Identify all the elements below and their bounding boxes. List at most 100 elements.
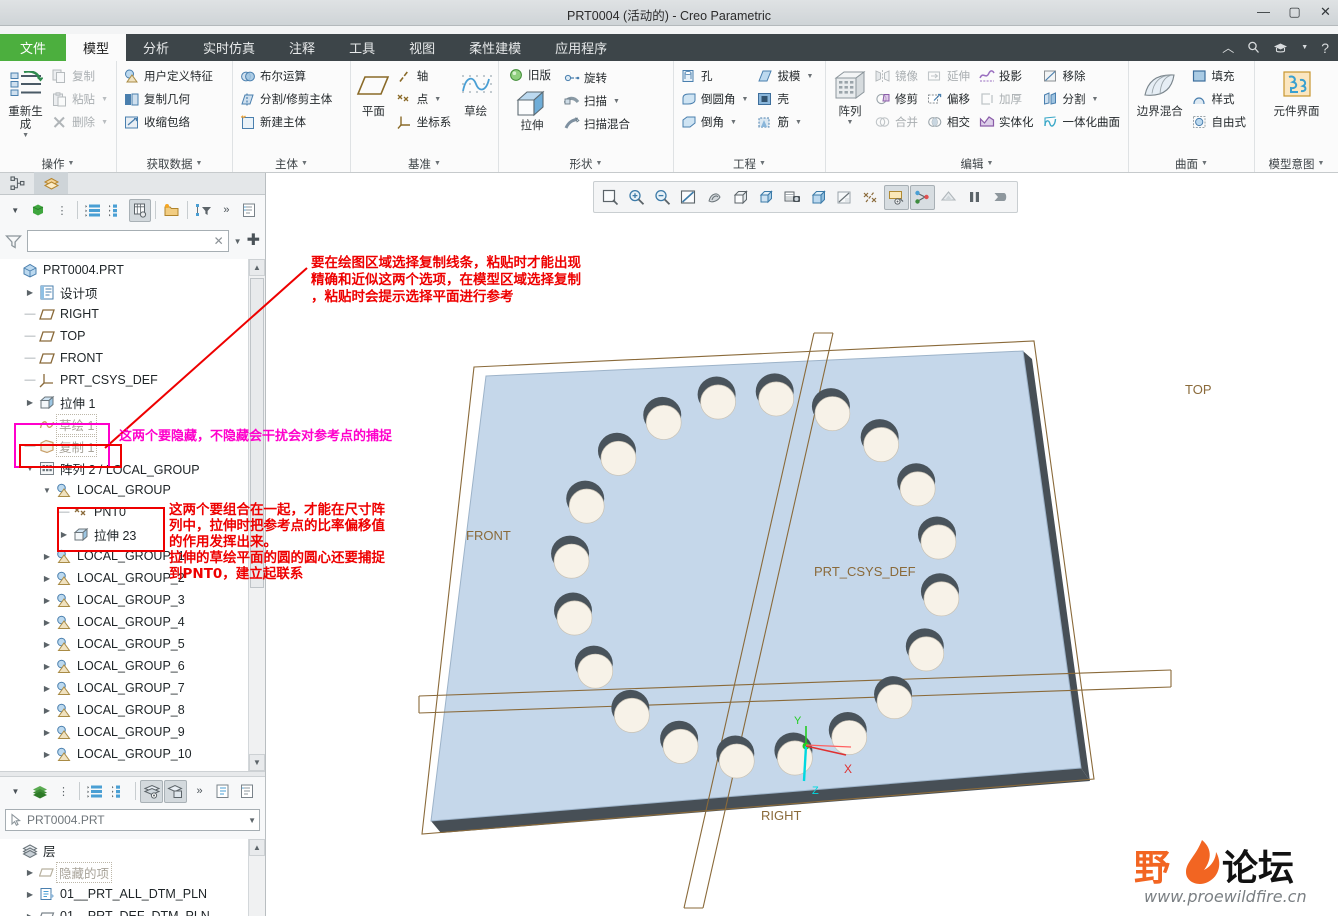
offset-button[interactable]: 偏移 <box>924 88 974 110</box>
revolve-button[interactable]: 旋转 <box>561 67 634 89</box>
split-surface-button[interactable]: 分割 ▼ <box>1040 88 1125 110</box>
tree-list-icon[interactable] <box>82 199 104 222</box>
tree-row[interactable]: ▶ LOCAL_GROUP_5 <box>0 633 248 655</box>
draft-dropdown-icon[interactable]: ▼ <box>806 73 813 80</box>
legacy-button[interactable]: 旧版 <box>505 64 561 86</box>
fill-button[interactable]: 填充 <box>1189 65 1251 87</box>
datum-display-icon[interactable] <box>858 185 883 210</box>
tree-row[interactable]: ▶ 拉伸 1 <box>0 391 248 413</box>
hole-button[interactable]: 孔 <box>678 65 752 87</box>
layer-settings-dropdown[interactable]: ▼ <box>4 780 27 803</box>
layer-selector-dropdown-icon[interactable]: ▼ <box>248 816 256 825</box>
zoom-out-icon[interactable] <box>650 185 675 210</box>
filter-dropdown-icon[interactable]: ▼ <box>234 237 242 246</box>
add-filter-icon[interactable]: ✚ <box>247 233 260 249</box>
trim-button[interactable]: 修剪 <box>872 88 922 110</box>
tree-filter-icon[interactable] <box>192 199 214 222</box>
boolean-operation-button[interactable]: 布尔运算 <box>237 65 336 87</box>
style-button[interactable]: 样式 <box>1189 88 1251 110</box>
tree-row[interactable]: — TOP <box>0 325 248 347</box>
close-button[interactable]: ✕ <box>1317 3 1334 21</box>
datum-csys-button[interactable]: 坐标系 <box>394 111 456 133</box>
get-data-group-dropdown-icon[interactable]: ▼ <box>196 160 203 167</box>
tree-row[interactable]: ▶ 设计项 <box>0 281 248 303</box>
layer-stack-icon[interactable] <box>28 780 51 803</box>
display-style-icon[interactable] <box>806 185 831 210</box>
shrinkwrap-button[interactable]: 收缩包络 <box>121 111 217 133</box>
tab-applications[interactable]: 应用程序 <box>538 34 624 61</box>
round-button[interactable]: 倒圆角 ▼ <box>678 88 752 110</box>
help-icon[interactable]: ? <box>1321 40 1329 56</box>
tree-search-input[interactable] <box>32 234 214 248</box>
tab-annotate[interactable]: 注释 <box>272 34 332 61</box>
split-surface-dropdown-icon[interactable]: ▼ <box>1092 96 1099 103</box>
tree-expander-icon[interactable]: ▶ <box>40 552 54 561</box>
tab-flexible-modeling[interactable]: 柔性建模 <box>452 34 538 61</box>
thicken-button[interactable]: 加厚 <box>976 88 1038 110</box>
tree-expander-icon[interactable]: ▶ <box>23 288 37 297</box>
stop-icon[interactable] <box>988 185 1013 210</box>
extend-button[interactable]: 延伸 <box>924 65 974 87</box>
tree-columns-dots-icon[interactable]: ⋮ <box>51 199 73 222</box>
datum-group-dropdown-icon[interactable]: ▼ <box>434 160 441 167</box>
folder-browser-icon[interactable] <box>160 199 182 222</box>
point-display-icon[interactable] <box>910 184 935 210</box>
tree-expander-icon[interactable]: ▶ <box>40 596 54 605</box>
rib-dropdown-icon[interactable]: ▼ <box>795 119 802 126</box>
tree-row[interactable]: ▼ LOCAL_GROUP <box>0 479 248 501</box>
zoom-fit-icon[interactable] <box>598 185 623 210</box>
delete-dropdown-icon[interactable]: ▼ <box>101 119 108 126</box>
tree-row[interactable]: PRT0004.PRT <box>0 259 248 281</box>
round-dropdown-icon[interactable]: ▼ <box>742 96 749 103</box>
tab-tools[interactable]: 工具 <box>332 34 392 61</box>
project-button[interactable]: 投影 <box>976 65 1038 87</box>
tree-expander-icon[interactable]: ▶ <box>40 618 54 627</box>
regenerate-button[interactable]: 重新生成 ▼ <box>4 64 47 140</box>
tree-row[interactable]: — FRONT <box>0 347 248 369</box>
new-body-button[interactable]: 新建主体 <box>237 111 336 133</box>
remove-button[interactable]: 移除 <box>1040 65 1125 87</box>
operations-group-dropdown-icon[interactable]: ▼ <box>68 160 75 167</box>
shell-button[interactable]: 壳 <box>754 88 817 110</box>
learning-icon[interactable] <box>1273 42 1288 54</box>
chamfer-dropdown-icon[interactable]: ▼ <box>730 119 737 126</box>
draft-button[interactable]: 拔模 ▼ <box>754 65 817 87</box>
scroll-up-arrow[interactable]: ▲ <box>249 259 265 276</box>
tree-row[interactable]: — RIGHT <box>0 303 248 325</box>
scroll-down-arrow[interactable]: ▼ <box>249 754 265 771</box>
saved-views-icon[interactable] <box>728 185 753 210</box>
tab-model[interactable]: 模型 <box>66 34 127 61</box>
rib-button[interactable]: 筋 ▼ <box>754 111 817 133</box>
expand-all-icon[interactable] <box>106 199 128 222</box>
annotation-display-icon[interactable] <box>884 184 909 210</box>
mirror-button[interactable]: 镜像 <box>872 65 922 87</box>
tree-row[interactable]: ▶ LOCAL_GROUP_8 <box>0 699 248 721</box>
freestyle-button[interactable]: 自由式 <box>1189 111 1251 133</box>
tree-expander-icon[interactable]: ▶ <box>40 728 54 737</box>
udf-button[interactable]: 用户定义特征 <box>121 65 217 87</box>
more-options-icon[interactable]: » <box>215 199 237 222</box>
tree-row[interactable]: ▶ LOCAL_GROUP_10 <box>0 743 248 765</box>
tree-expander-icon[interactable]: ▶ <box>40 684 54 693</box>
datum-point-button[interactable]: 点 ▼ <box>394 88 456 110</box>
paste-button[interactable]: 粘贴 ▼ <box>49 88 112 110</box>
tree-expander-icon[interactable]: ▶ <box>23 398 37 407</box>
layer-tree[interactable]: 层 ▶ 隐藏的项 ▶ 01__PRT_ALL_DTM_PLN ▶ 01__PRT_DEF_D… <box>0 839 265 916</box>
layer-model-selector[interactable]: PRT0004.PRT ▼ <box>5 809 260 831</box>
view-manager-icon[interactable] <box>754 185 779 210</box>
tab-analysis[interactable]: 分析 <box>126 34 186 61</box>
tree-expander-icon[interactable]: ▶ <box>40 640 54 649</box>
model-tree-icon[interactable] <box>27 199 49 222</box>
dropdown-icon[interactable]: ▼ <box>1301 44 1308 51</box>
pause-icon[interactable] <box>962 185 987 210</box>
layer-dots-icon[interactable]: ⋮ <box>52 780 75 803</box>
tree-expander-icon[interactable]: ▶ <box>23 868 37 877</box>
sketch-button[interactable]: 草绘 <box>457 64 494 119</box>
integrated-surface-button[interactable]: 一体化曲面 <box>1040 111 1125 133</box>
layer-list-icon[interactable] <box>84 780 107 803</box>
tree-row[interactable]: ▶ 01__PRT_ALL_DTM_PLN <box>0 883 248 905</box>
engineering-group-dropdown-icon[interactable]: ▼ <box>759 160 766 167</box>
tree-expander-icon[interactable]: ▶ <box>23 890 37 899</box>
tree-settings-dropdown[interactable]: ▼ <box>4 199 26 222</box>
layer-props-icon[interactable] <box>212 780 235 803</box>
